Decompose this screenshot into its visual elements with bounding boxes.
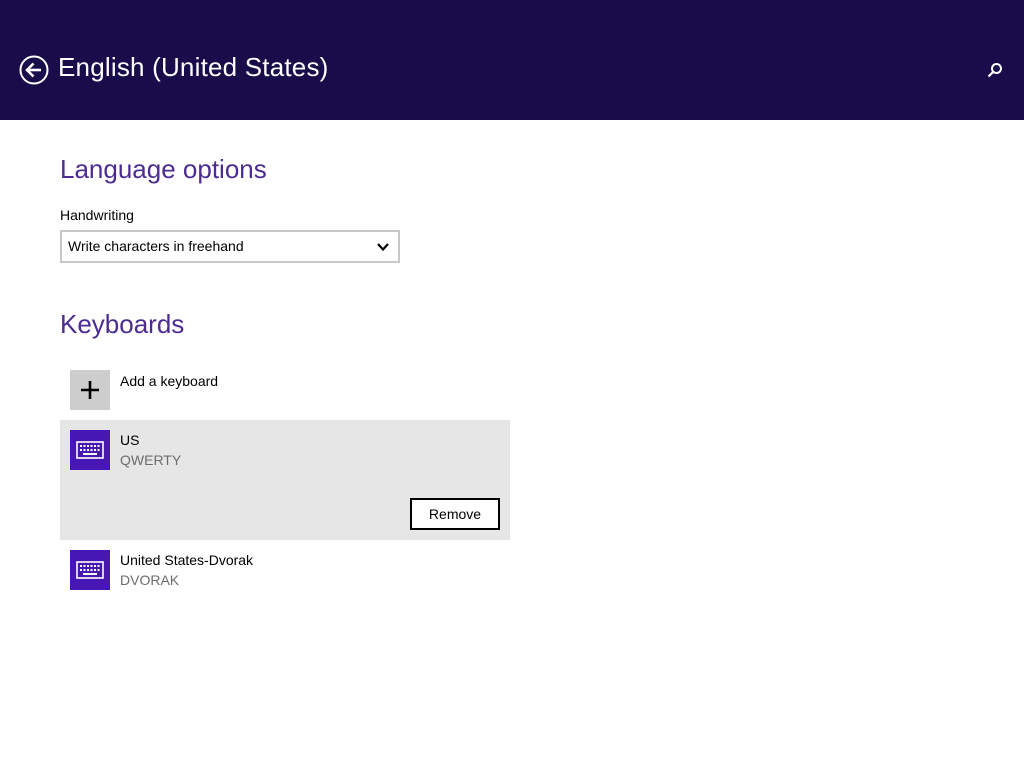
keyboard-item-us[interactable]: US QWERTY Remove bbox=[60, 420, 510, 540]
keyboard-icon bbox=[76, 561, 104, 579]
language-options-heading: Language options bbox=[60, 154, 267, 184]
add-keyboard-button[interactable]: Add a keyboard bbox=[60, 362, 510, 414]
back-button[interactable] bbox=[19, 55, 49, 85]
search-icon bbox=[987, 63, 1002, 78]
page-title: English (United States) bbox=[58, 52, 329, 82]
add-keyboard-label: Add a keyboard bbox=[120, 373, 219, 389]
handwriting-label: Handwriting bbox=[60, 207, 134, 223]
handwriting-select-value: Write characters in freehand bbox=[68, 238, 244, 254]
keyboard-item-dvorak[interactable]: United States-Dvorak DVORAK bbox=[60, 540, 510, 600]
keyboard-name: United States-Dvorak bbox=[120, 552, 254, 568]
remove-button[interactable]: Remove bbox=[410, 498, 500, 530]
app-header: English (United States) bbox=[0, 0, 1024, 120]
keyboard-tile bbox=[70, 550, 110, 590]
chevron-down-icon bbox=[376, 241, 390, 253]
add-keyboard-tile bbox=[70, 370, 110, 410]
back-arrow-icon bbox=[19, 55, 49, 85]
keyboard-layout: QWERTY bbox=[120, 452, 182, 468]
keyboards-heading: Keyboards bbox=[60, 309, 185, 339]
keyboard-layout: DVORAK bbox=[120, 572, 180, 588]
search-button[interactable] bbox=[985, 60, 1005, 80]
handwriting-select[interactable]: Write characters in freehand bbox=[60, 230, 400, 263]
keyboard-icon bbox=[76, 441, 104, 459]
keyboard-name: US bbox=[120, 432, 140, 448]
plus-icon bbox=[81, 381, 99, 399]
keyboard-tile bbox=[70, 430, 110, 470]
